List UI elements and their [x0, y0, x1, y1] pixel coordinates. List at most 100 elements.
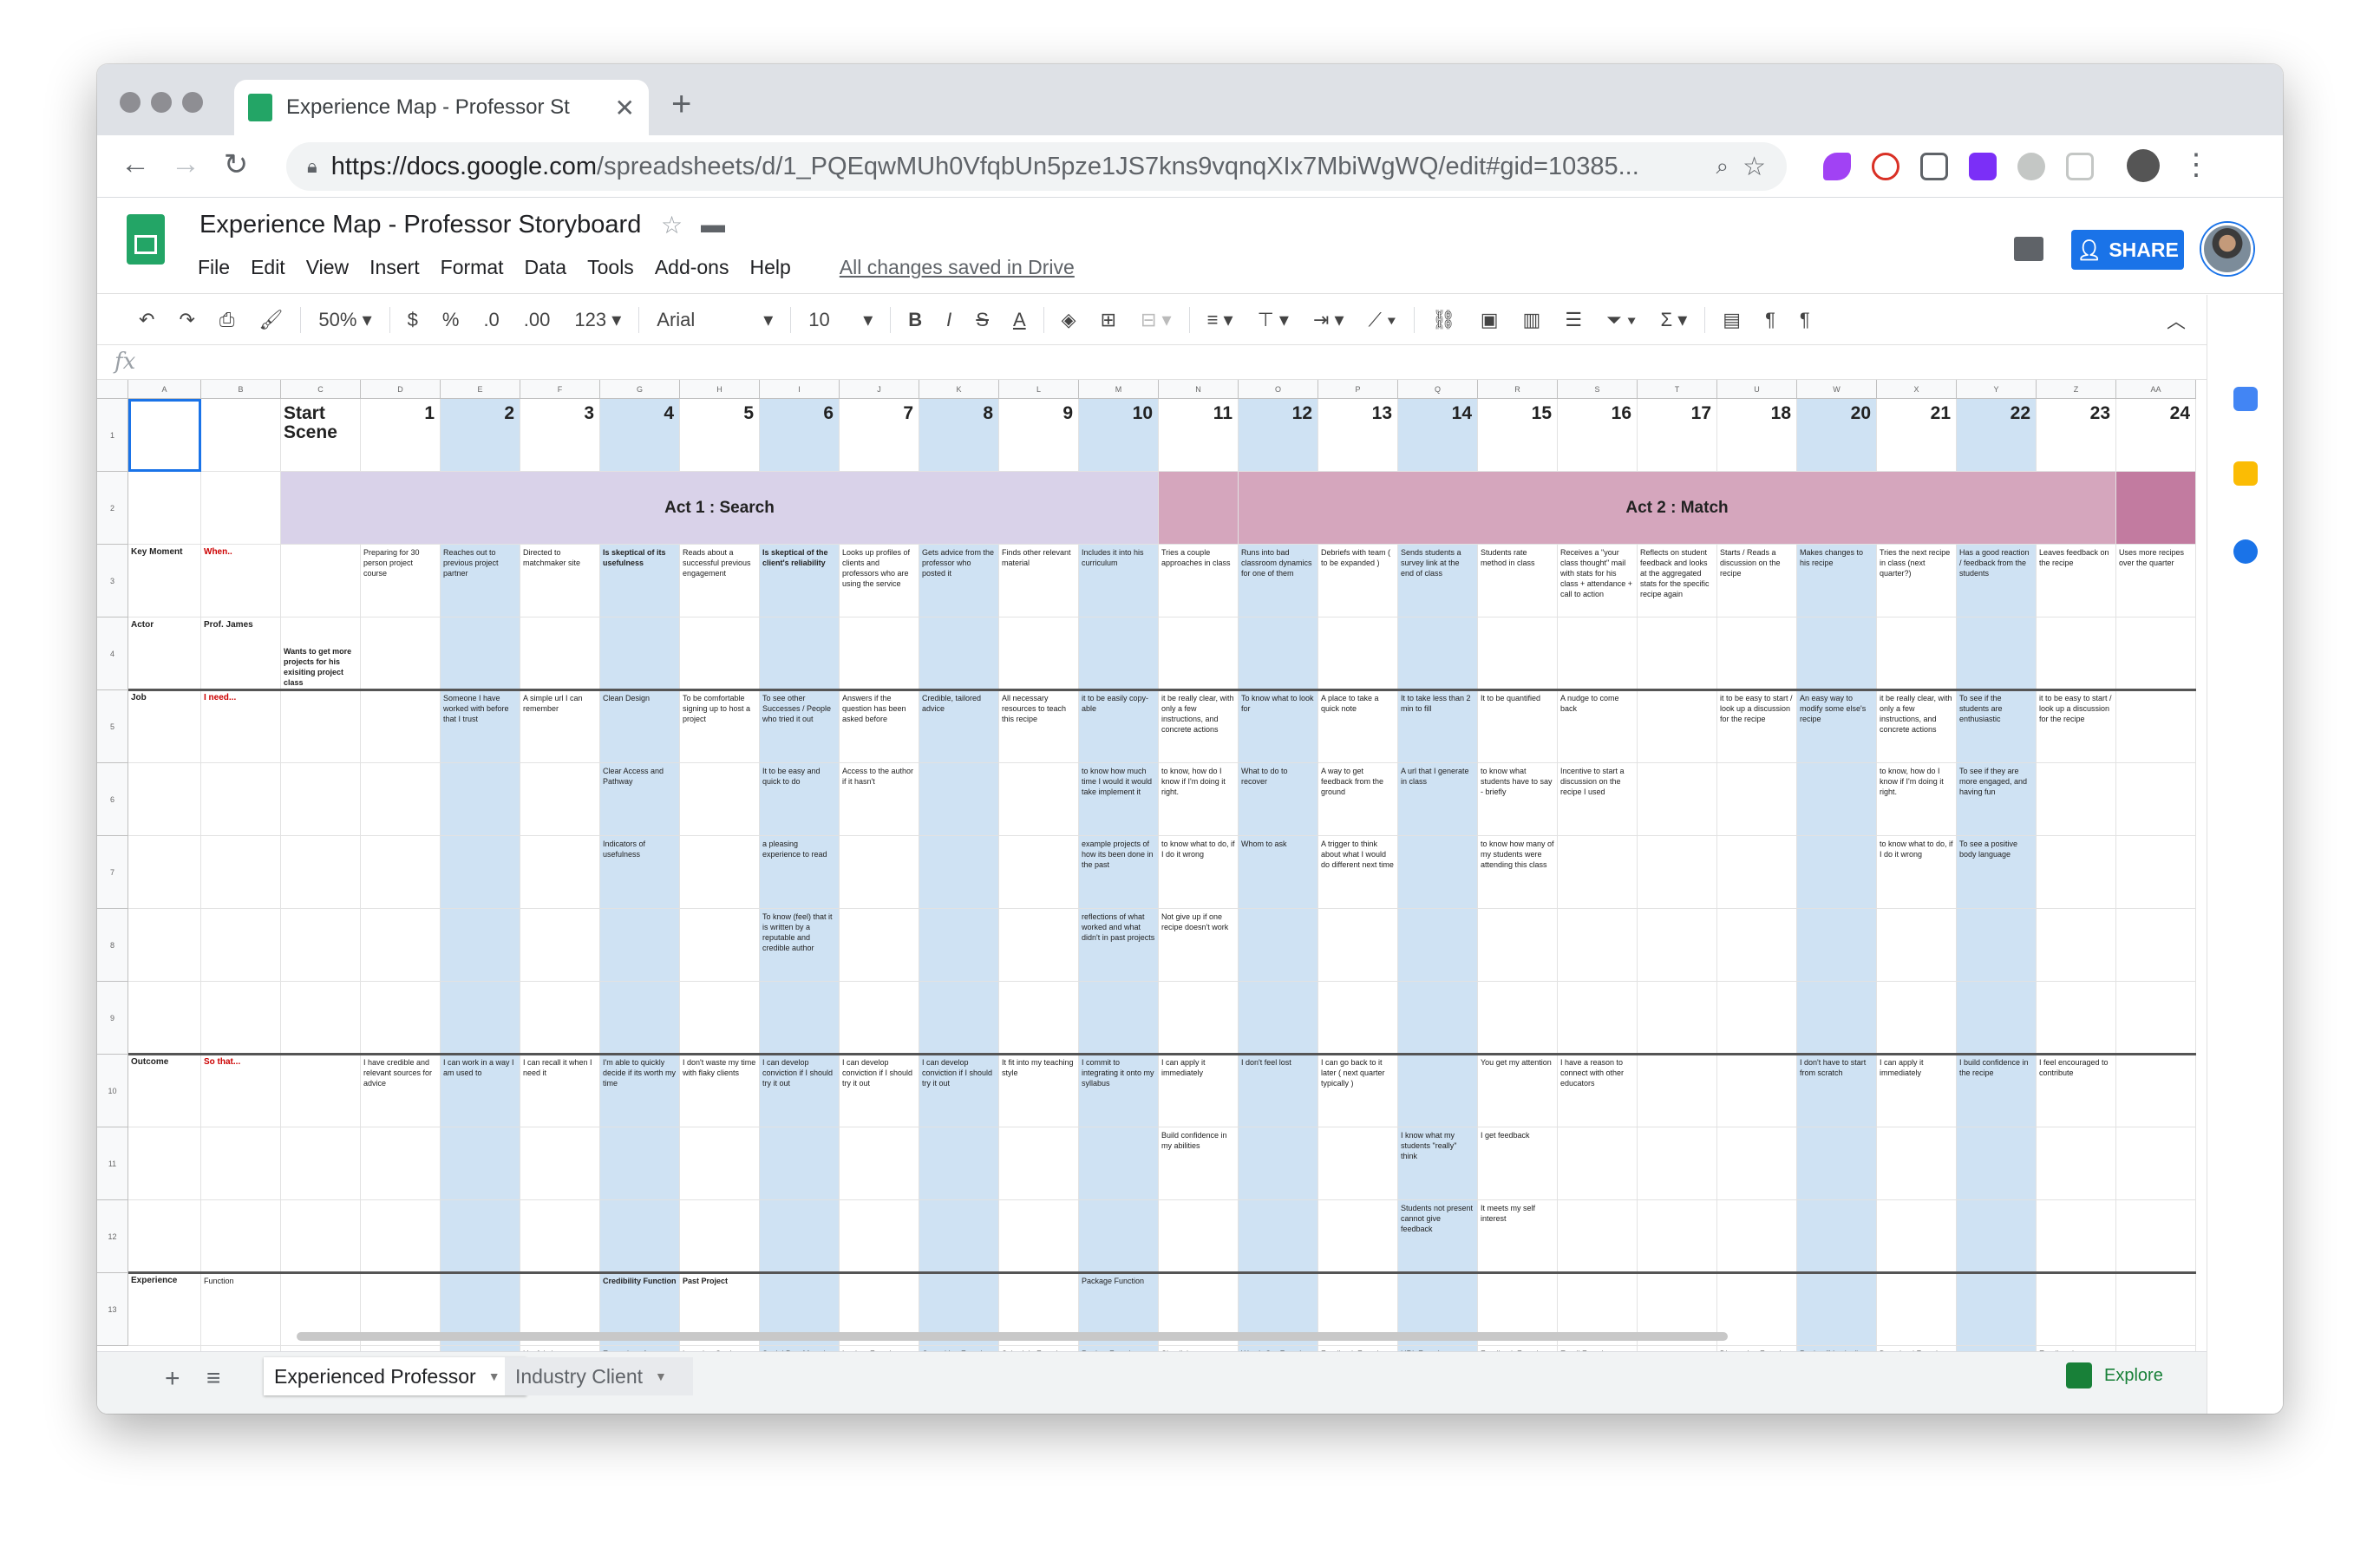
- outcomes-r10-cell[interactable]: I have a reason to connect with other ed…: [1558, 1055, 1638, 1127]
- url-field[interactable]: 🔒︎ https://docs.google.com/spreadsheets/…: [286, 142, 1787, 191]
- outcomes-r10-cell[interactable]: I can apply it immediately: [1877, 1055, 1957, 1127]
- key-moments-cell[interactable]: Runs into bad classroom dynamics for one…: [1239, 545, 1318, 617]
- cell[interactable]: [1797, 1200, 1877, 1273]
- cell[interactable]: [1877, 1200, 1957, 1273]
- merge-cells-icon[interactable]: ⊟ ▾: [1134, 305, 1179, 335]
- key-moments-cell[interactable]: Gets advice from the professor who poste…: [919, 545, 999, 617]
- cell[interactable]: [600, 909, 680, 982]
- cell[interactable]: [840, 1127, 919, 1200]
- jobs-r5-cell[interactable]: A place to take a quick note: [1318, 690, 1398, 763]
- cell[interactable]: [361, 763, 441, 836]
- functions-icon[interactable]: Σ ▾: [1654, 305, 1695, 335]
- cell[interactable]: [1717, 1273, 1797, 1346]
- menu-insert[interactable]: Insert: [369, 256, 420, 279]
- cell[interactable]: [1318, 617, 1398, 690]
- cell[interactable]: [1159, 1200, 1239, 1273]
- text-color-icon[interactable]: A: [1006, 305, 1033, 335]
- ltr-icon[interactable]: ¶: [1758, 305, 1782, 335]
- key-moments-cell[interactable]: Preparing for 30 person project course: [361, 545, 441, 617]
- jobs-r5-cell[interactable]: A simple url I can remember: [520, 690, 600, 763]
- key-moments-cell[interactable]: Finds other relevant material: [999, 545, 1079, 617]
- column-header[interactable]: L: [999, 380, 1079, 399]
- cell[interactable]: [128, 909, 201, 982]
- cell[interactable]: [441, 909, 520, 982]
- column-header[interactable]: T: [1638, 380, 1717, 399]
- jobs-r5-cell[interactable]: it be really clear, with only a few inst…: [1159, 690, 1239, 763]
- cell[interactable]: [1877, 617, 1957, 690]
- input-tools-icon[interactable]: ▤: [1716, 305, 1748, 335]
- jobs-r5-cell[interactable]: it be really clear, with only a few inst…: [1877, 690, 1957, 763]
- cell[interactable]: [1638, 763, 1717, 836]
- cell[interactable]: [1239, 1127, 1318, 1200]
- cell[interactable]: [441, 617, 520, 690]
- horizontal-scrollbar[interactable]: [297, 1332, 1728, 1341]
- cell[interactable]: [840, 836, 919, 909]
- cell[interactable]: [1717, 617, 1797, 690]
- cell[interactable]: [1638, 617, 1717, 690]
- cell[interactable]: [1957, 617, 2037, 690]
- back-icon[interactable]: ←: [118, 147, 153, 181]
- formula-bar[interactable]: fx: [97, 345, 2207, 380]
- calendar-icon[interactable]: [2233, 387, 2258, 411]
- cell[interactable]: [1877, 909, 1957, 982]
- cell[interactable]: [281, 836, 361, 909]
- cell[interactable]: [1239, 617, 1318, 690]
- column-header[interactable]: S: [1558, 380, 1638, 399]
- cell[interactable]: [281, 1200, 361, 1273]
- row-header[interactable]: 11: [97, 1127, 128, 1200]
- cell[interactable]: [2037, 982, 2116, 1055]
- column-header[interactable]: Z: [2037, 380, 2116, 399]
- key-moments-cell[interactable]: Debriefs with team ( to be expanded ): [1318, 545, 1398, 617]
- cell[interactable]: [2037, 1200, 2116, 1273]
- zoom-select[interactable]: 50% ▾: [311, 305, 378, 335]
- key-moments-cell[interactable]: Is skeptical of the client's reliability: [760, 545, 840, 617]
- key-moments-cell[interactable]: Has a good reaction / feedback from the …: [1957, 545, 2037, 617]
- sheet-tab-industry-client[interactable]: Industry Client ▼: [505, 1357, 693, 1395]
- redo-icon[interactable]: ↷: [172, 305, 201, 335]
- cell[interactable]: [919, 982, 999, 1055]
- column-header[interactable]: A: [128, 380, 201, 399]
- column-header[interactable]: P: [1318, 380, 1398, 399]
- cell[interactable]: [2116, 909, 2196, 982]
- cell[interactable]: [999, 836, 1079, 909]
- cell[interactable]: [1398, 1055, 1478, 1127]
- add-sheet-icon[interactable]: +: [165, 1364, 180, 1394]
- cell[interactable]: [1079, 982, 1159, 1055]
- outcomes-r10-cell[interactable]: I commit to integrating it onto my sylla…: [1079, 1055, 1159, 1127]
- jobs-r6-cell[interactable]: It to be easy and quick to do: [760, 763, 840, 836]
- jobs-r7-cell[interactable]: Indicators of usefulness: [600, 836, 680, 909]
- cell[interactable]: [201, 399, 281, 472]
- extension-icon[interactable]: [1823, 153, 1851, 180]
- key-moments-cell[interactable]: Leaves feedback on the recipe: [2037, 545, 2116, 617]
- outcomes-r11-cell[interactable]: I get feedback: [1478, 1127, 1558, 1200]
- column-header[interactable]: C: [281, 380, 361, 399]
- font-select[interactable]: Arial ▾: [650, 305, 780, 335]
- cell[interactable]: [441, 763, 520, 836]
- cell[interactable]: [2116, 1055, 2196, 1127]
- cell[interactable]: [760, 617, 840, 690]
- outcomes-r11-cell[interactable]: Build confidence in my abilities: [1159, 1127, 1239, 1200]
- menu-file[interactable]: File: [198, 256, 230, 279]
- cell[interactable]: [361, 690, 441, 763]
- jobs-r6-cell[interactable]: What to do to recover: [1239, 763, 1318, 836]
- cell[interactable]: [520, 909, 600, 982]
- menu-help[interactable]: Help: [749, 256, 790, 279]
- menu-view[interactable]: View: [306, 256, 349, 279]
- key-moments-cell[interactable]: Starts / Reads a discussion on the recip…: [1717, 545, 1797, 617]
- outcomes-r10-cell[interactable]: I can go back to it later ( next quarter…: [1318, 1055, 1398, 1127]
- cell[interactable]: [1797, 1273, 1877, 1346]
- key-moments-cell[interactable]: Reaches out to previous project partner: [441, 545, 520, 617]
- cell[interactable]: [1558, 617, 1638, 690]
- outcomes-r10-cell[interactable]: I can develop conviction if I should try…: [919, 1055, 999, 1127]
- cell[interactable]: [281, 763, 361, 836]
- key-moments-cell[interactable]: Tries the next recipe in class (next qua…: [1877, 545, 1957, 617]
- cell[interactable]: [281, 1127, 361, 1200]
- key-moments-cell[interactable]: Receives a "your class thought" mail wit…: [1558, 545, 1638, 617]
- cell[interactable]: [520, 836, 600, 909]
- cell[interactable]: [1957, 982, 2037, 1055]
- jobs-r6-cell[interactable]: to know how much time I would it would t…: [1079, 763, 1159, 836]
- outcomes-r10-cell[interactable]: You get my attention: [1478, 1055, 1558, 1127]
- cell[interactable]: [680, 617, 760, 690]
- cell[interactable]: [1638, 1127, 1717, 1200]
- cell[interactable]: [361, 982, 441, 1055]
